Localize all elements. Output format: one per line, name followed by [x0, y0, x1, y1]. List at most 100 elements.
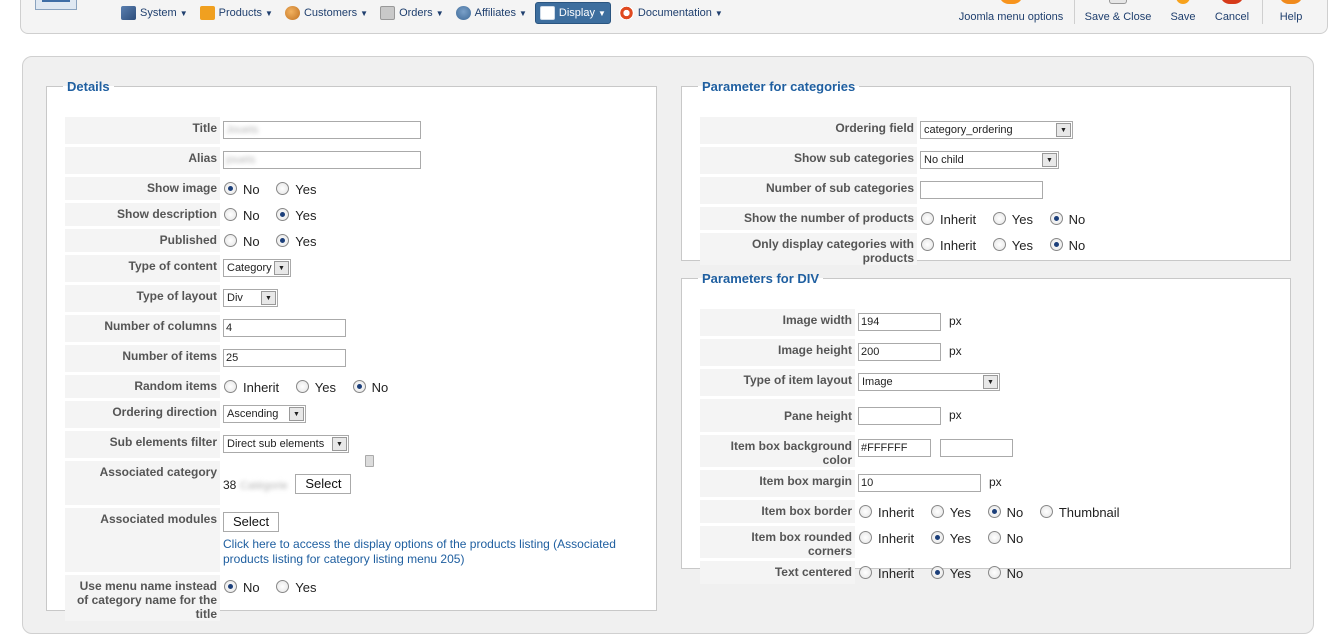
show-description-yes-radio[interactable]: [276, 208, 290, 222]
radio-label: No: [1068, 238, 1086, 254]
published-label: Published: [65, 229, 220, 252]
chevron-down-icon: ▼: [274, 261, 289, 275]
radio-label: Inherit: [940, 238, 977, 254]
help-button[interactable]: Help: [1273, 0, 1309, 28]
chevron-down-icon: ▼: [332, 437, 347, 451]
use-menu-name-no-radio[interactable]: [224, 580, 237, 594]
chevron-down-icon: ▼: [1042, 153, 1057, 167]
only-with-products-yes-radio[interactable]: [992, 238, 1006, 252]
item-box-border-no-radio[interactable]: [987, 505, 1001, 519]
type-of-layout-select[interactable]: Div ▼: [223, 289, 278, 307]
main-menu: System ▼ Products ▼ Customers ▼ Orders ▼…: [117, 2, 731, 24]
toolbar-separator: [1262, 0, 1263, 24]
number-of-columns-input[interactable]: 4: [223, 319, 346, 337]
image-height-label: Image height: [700, 339, 855, 366]
type-of-content-row: Type of content Category ▼: [65, 255, 643, 282]
type-of-layout-row: Type of layout Div ▼: [65, 285, 643, 312]
text-centered-inherit-radio[interactable]: [859, 566, 872, 580]
joomla-menu-options-button[interactable]: Joomla menu options: [957, 0, 1065, 28]
help-icon: [1279, 0, 1303, 4]
only-with-products-inherit-radio[interactable]: [921, 238, 934, 252]
alias-cell: jouets: [220, 147, 643, 174]
associated-category-select-button[interactable]: Select: [295, 473, 352, 494]
use-menu-name-row: Use menu name instead of category name f…: [65, 575, 643, 621]
item-box-background-row: Item box background color #FFFFFF: [700, 435, 1132, 467]
text-centered-no-radio[interactable]: [987, 566, 1001, 580]
ordering-direction-cell: Ascending ▼: [220, 401, 643, 428]
radio-label: Inherit: [878, 566, 915, 582]
random-items-no-radio[interactable]: [352, 380, 366, 394]
image-width-input[interactable]: 194: [858, 313, 941, 331]
menu-display[interactable]: Display ▼: [534, 2, 611, 24]
show-image-no-radio[interactable]: [224, 182, 237, 196]
type-of-item-layout-select[interactable]: Image ▼: [858, 373, 1000, 391]
number-of-sub-categories-row: Number of sub categories: [700, 177, 1097, 204]
image-height-cell: 200 px: [855, 339, 1132, 366]
rounded-corners-inherit-radio[interactable]: [859, 531, 872, 545]
sub-elements-filter-cell: Direct sub elements ▼: [220, 431, 643, 458]
pane-height-input[interactable]: [858, 407, 941, 425]
type-of-layout-label: Type of layout: [65, 285, 220, 312]
display-options-link[interactable]: Click here to access the display options…: [223, 537, 643, 567]
ordering-field-select[interactable]: category_ordering ▼: [920, 121, 1073, 139]
show-sub-categories-select[interactable]: No child ▼: [920, 151, 1059, 169]
published-no-radio[interactable]: [224, 234, 237, 248]
color-swatch[interactable]: [939, 439, 1013, 457]
save-button[interactable]: Save: [1165, 0, 1201, 28]
caret-down-icon: ▼: [179, 8, 188, 18]
menu-documentation-label: Documentation: [637, 7, 712, 19]
show-number-of-products-label: Show the number of products: [700, 207, 917, 230]
ordering-direction-select[interactable]: Ascending ▼: [223, 405, 306, 423]
categories-legend: Parameter for categories: [702, 79, 856, 94]
radio-label: No: [1006, 566, 1024, 582]
published-yes-radio[interactable]: [276, 234, 290, 248]
cancel-label: Cancel: [1214, 11, 1250, 23]
title-input[interactable]: Jouets: [223, 121, 421, 139]
random-items-inherit-radio[interactable]: [224, 380, 237, 394]
products-icon: [199, 6, 215, 20]
show-image-yes-radio[interactable]: [276, 182, 290, 196]
rounded-corners-no-radio[interactable]: [987, 531, 1001, 545]
item-box-margin-input[interactable]: 10: [858, 474, 981, 492]
save-close-label: Save & Close: [1084, 11, 1152, 23]
associated-modules-label: Associated modules: [65, 508, 220, 572]
item-box-background-input[interactable]: #FFFFFF: [858, 439, 931, 457]
number-of-items-cell: 25: [220, 345, 643, 372]
number-of-items-input[interactable]: 25: [223, 349, 346, 367]
menu-customers[interactable]: Customers ▼: [281, 2, 372, 24]
cancel-button[interactable]: Cancel: [1211, 0, 1253, 28]
menu-orders[interactable]: Orders ▼: [376, 2, 448, 24]
save-close-button[interactable]: Save & Close: [1081, 0, 1155, 28]
show-number-yes-radio[interactable]: [992, 212, 1006, 226]
show-description-no-radio[interactable]: [224, 208, 237, 222]
display-icon: [539, 6, 555, 20]
show-number-inherit-radio[interactable]: [921, 212, 934, 226]
menu-documentation[interactable]: Documentation ▼: [615, 2, 727, 24]
menu-products[interactable]: Products ▼: [196, 2, 277, 24]
menu-system[interactable]: System ▼: [117, 2, 192, 24]
text-centered-yes-radio[interactable]: [930, 566, 944, 580]
trash-icon[interactable]: [365, 455, 375, 467]
associated-modules-select-button[interactable]: Select: [223, 512, 280, 532]
rounded-corners-yes-radio[interactable]: [930, 531, 944, 545]
categories-fieldset: Parameter for categories Ordering field …: [681, 79, 1291, 265]
menu-affiliates[interactable]: Affiliates ▼: [452, 2, 531, 24]
radio-label: No: [243, 208, 260, 224]
ordering-direction-label: Ordering direction: [65, 401, 220, 428]
sub-elements-filter-select[interactable]: Direct sub elements ▼: [223, 435, 349, 453]
show-number-no-radio[interactable]: [1049, 212, 1063, 226]
number-of-sub-categories-input[interactable]: [920, 181, 1043, 199]
type-of-content-select[interactable]: Category ▼: [223, 259, 291, 277]
item-box-border-inherit-radio[interactable]: [859, 505, 872, 519]
alias-input[interactable]: jouets: [223, 151, 421, 169]
only-with-products-no-radio[interactable]: [1049, 238, 1063, 252]
use-menu-name-yes-radio[interactable]: [276, 580, 290, 594]
radio-label: No: [243, 182, 260, 198]
random-items-yes-radio[interactable]: [295, 380, 309, 394]
alias-label: Alias: [65, 147, 220, 174]
image-height-input[interactable]: 200: [858, 343, 941, 361]
item-box-border-thumbnail-radio[interactable]: [1039, 505, 1053, 519]
item-box-border-yes-radio[interactable]: [930, 505, 944, 519]
associated-category-cell: 38 Catégorie Select: [220, 455, 643, 505]
radio-label: No: [243, 234, 260, 250]
